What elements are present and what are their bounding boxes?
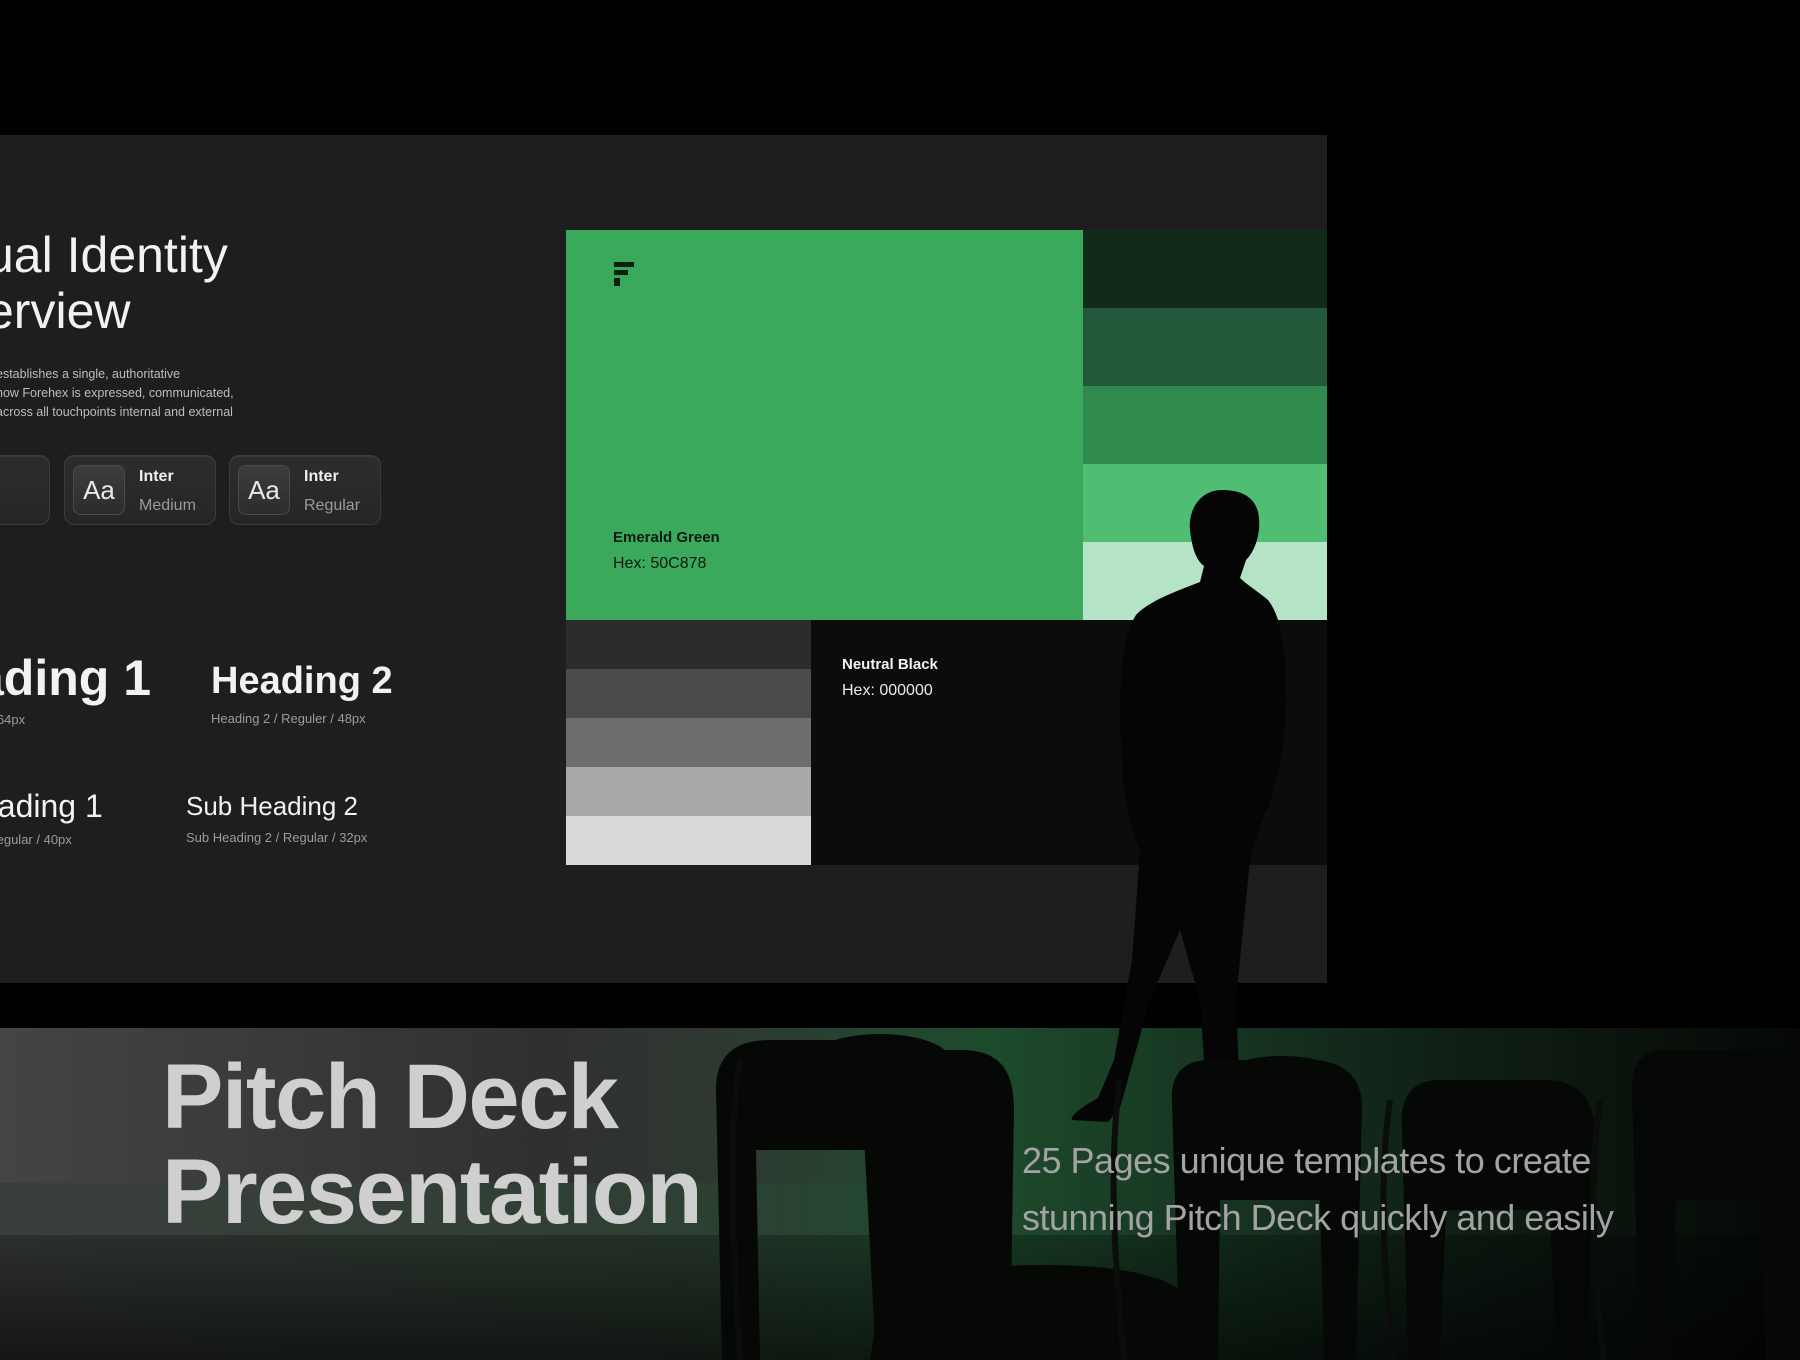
headline-line: Presentation	[162, 1141, 703, 1243]
headline-title: Pitch Deck Presentation	[162, 1046, 703, 1243]
presentation-scene: ual Identity erview establishes a single…	[0, 0, 1800, 1360]
presenter-silhouette	[1071, 490, 1286, 1122]
tagline-line: 25 Pages unique templates to create	[1022, 1140, 1591, 1181]
tagline: 25 Pages unique templates to create stun…	[1022, 1132, 1614, 1246]
headline-line: Pitch Deck	[162, 1046, 619, 1148]
tagline-line: stunning Pitch Deck quickly and easily	[1022, 1197, 1614, 1238]
